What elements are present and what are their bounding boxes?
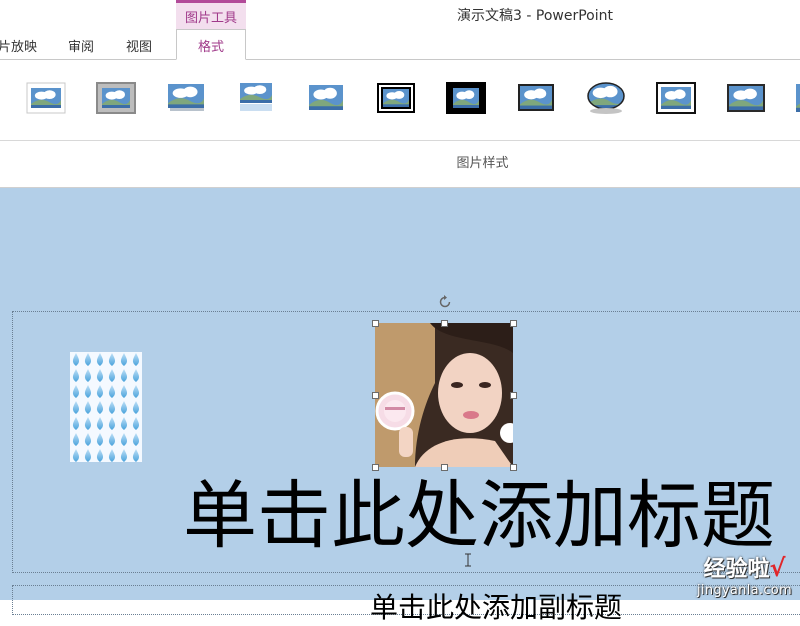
resize-handle-sw[interactable]	[372, 464, 379, 471]
watermark-brand: 经验啦	[703, 557, 770, 582]
raindrop-pattern-picture[interactable]	[70, 352, 142, 462]
picture-style-reflected-rect-icon[interactable]	[236, 82, 276, 114]
resize-handle-w[interactable]	[372, 392, 379, 399]
text-cursor-icon	[464, 552, 472, 567]
picture-tools-label: 图片工具	[184, 11, 237, 26]
picture-style-soft-edge-rect-icon[interactable]	[306, 82, 346, 114]
resize-handle-nw[interactable]	[372, 320, 379, 327]
slide-canvas[interactable]: 单击此处添加标题 单击此处添加副标题 经验啦√ jingyanla.com	[0, 188, 800, 624]
watermark: 经验啦√ jingyanla.com	[697, 551, 792, 598]
picture-style-thick-black-frame-icon[interactable]	[446, 82, 486, 114]
slide-title-placeholder[interactable]: 单击此处添加标题	[183, 471, 775, 561]
tab-slideshow[interactable]: 片放映	[0, 36, 37, 55]
title-bar: 图片工具 演示文稿3 - PowerPoint	[0, 0, 800, 30]
ribbon-divider	[0, 140, 800, 141]
resize-handle-se[interactable]	[510, 464, 517, 471]
picture-style-center-shadow-icon[interactable]	[726, 82, 766, 114]
selected-portrait-picture[interactable]	[375, 323, 513, 467]
resize-handle-n[interactable]	[441, 320, 448, 327]
resize-handle-ne[interactable]	[510, 320, 517, 327]
picture-style-thick-matte-gray-icon[interactable]	[96, 82, 136, 114]
picture-style-partial-icon[interactable]	[796, 82, 800, 114]
slide-subtitle-placeholder[interactable]: 单击此处添加副标题	[370, 586, 622, 626]
ribbon-picture-styles: 图片样式	[0, 60, 800, 188]
picture-style-metal-frame-icon[interactable]	[656, 82, 696, 114]
picture-style-simple-shadow-icon[interactable]	[516, 82, 556, 114]
picture-tools-context-group: 图片工具	[176, 0, 246, 30]
resize-handle-s[interactable]	[441, 464, 448, 471]
watermark-check-icon: √	[769, 554, 786, 582]
tab-review[interactable]: 审阅	[68, 36, 94, 55]
picture-style-double-frame-black-icon[interactable]	[376, 82, 416, 114]
picture-style-reflected-oval-icon[interactable]	[586, 82, 626, 114]
window-title: 演示文稿3 - PowerPoint	[457, 8, 613, 24]
resize-handle-e[interactable]	[510, 392, 517, 399]
picture-styles-group-label: 图片样式	[456, 156, 509, 171]
rotate-handle-icon[interactable]	[437, 294, 453, 310]
tab-view[interactable]: 视图	[126, 36, 152, 55]
picture-style-simple-frame-icon[interactable]	[26, 82, 66, 114]
tab-format[interactable]: 格式	[176, 29, 246, 60]
watermark-url: jingyanla.com	[697, 583, 792, 598]
picture-style-drop-shadow-rect-icon[interactable]	[166, 82, 206, 114]
ribbon-tabs: 片放映 审阅 视图 格式	[0, 29, 800, 60]
